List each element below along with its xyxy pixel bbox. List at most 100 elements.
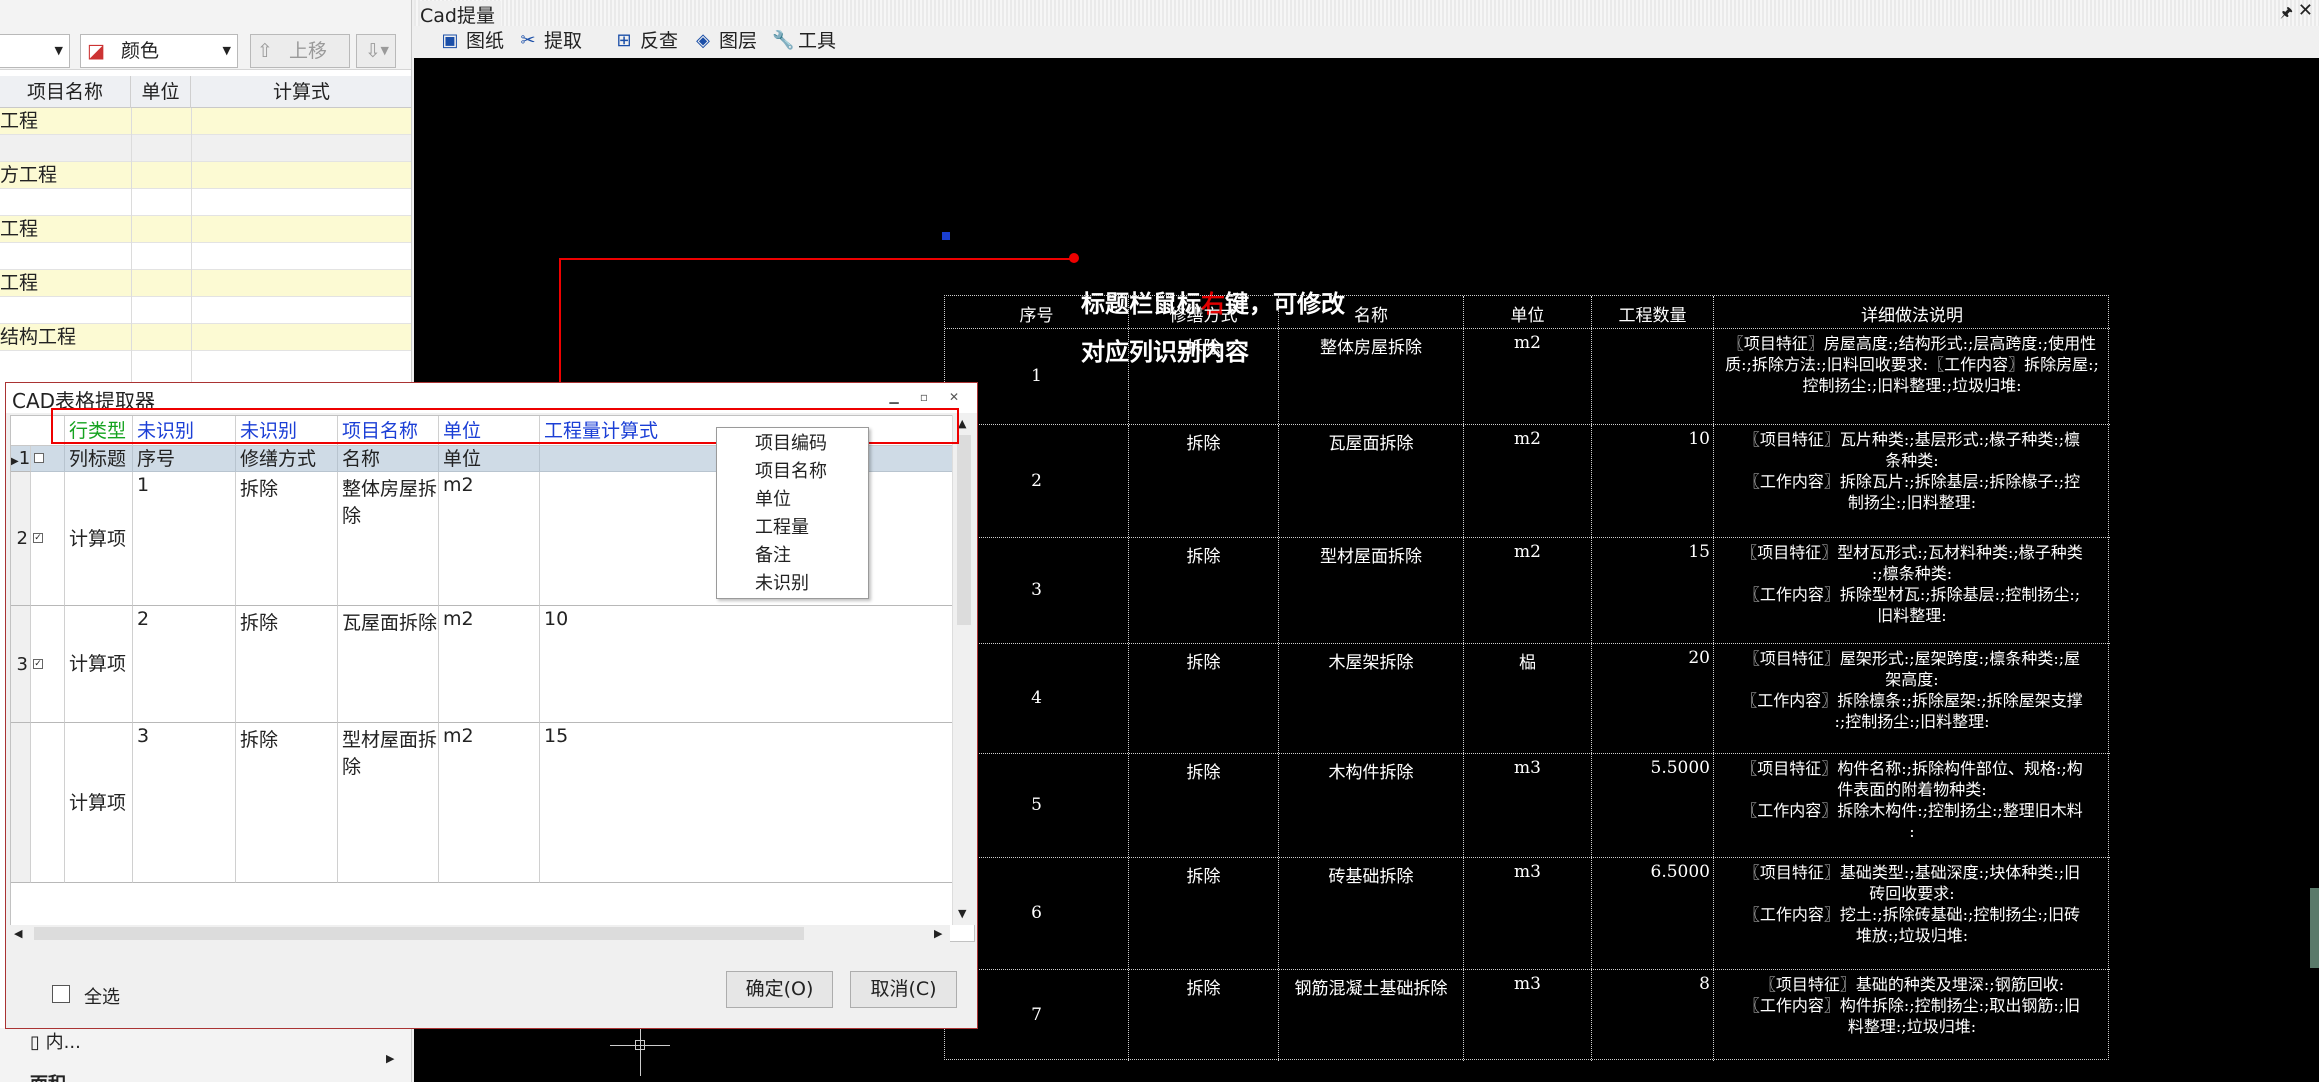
table-row[interactable]: 拆除工程 (0, 108, 411, 135)
grid-cell[interactable]: m2 (439, 606, 540, 723)
cad-table-cell: 单位 (1464, 296, 1592, 328)
cad-toolbar: ▣ 图纸 ✂ 提取 ⊞ 反查 ◈ 图层 🔧 工具 (414, 26, 2319, 56)
select-all-label: 全选 (84, 987, 120, 1008)
cad-table-cell: 〖项目特征〗基础类型:;基础深度:;块体种类:;旧 砖回收要求: 〖工作内容〗挖土:… (1743, 863, 2081, 945)
grid-cell[interactable]: 1 (133, 472, 236, 606)
grid-cell[interactable]: 计算项 (65, 606, 133, 723)
scroll-right-icon[interactable]: ▶ (934, 927, 942, 940)
chevron-down-icon: ▼ (222, 44, 231, 57)
ok-button[interactable]: 确定(O) (726, 971, 833, 1008)
restore-icon[interactable]: ▫ (916, 389, 932, 405)
grid-cell[interactable]: 2 (133, 606, 236, 723)
canvas-scroll-handle[interactable] (2310, 888, 2319, 968)
grid-cell[interactable]: 序号 (133, 446, 236, 472)
row-checkbox-cell[interactable]: ✓ (31, 606, 65, 723)
toolbar-reverse-lookup-button[interactable]: ⊞ 反查 (610, 28, 678, 54)
cad-table-cell: m2 (1464, 538, 1592, 643)
scroll-left-icon[interactable]: ◀ (14, 927, 22, 940)
scroll-thumb[interactable] (34, 927, 804, 940)
close-icon[interactable]: ✕ (2298, 0, 2313, 21)
row-checkbox-cell[interactable] (31, 723, 65, 883)
color-dropdown[interactable]: ◪ 颜色 ▼ (80, 34, 238, 68)
layers-icon: ◈ (696, 30, 710, 51)
menu-item[interactable]: 项目编码 (717, 430, 868, 458)
horizontal-scrollbar[interactable]: ◀ ▶ (10, 925, 950, 942)
grip-marker[interactable] (942, 232, 950, 240)
reverse-lookup-icon: ⊞ (616, 30, 632, 51)
toolbar-extract-button[interactable]: ✂ 提取 (514, 28, 582, 54)
pin-icon[interactable]: 🖈 (2280, 2, 2293, 26)
menu-item[interactable]: 工程量 (717, 514, 868, 542)
grid-cell[interactable]: 拆除 (236, 723, 338, 883)
row-checkbox[interactable]: ✓ (33, 658, 43, 669)
grid-cell[interactable]: m2 (439, 723, 540, 883)
leader-dot (1069, 253, 1079, 263)
table-row[interactable]: 混凝土结构工程 (0, 324, 411, 351)
table-row[interactable]: 砌筑工程 (0, 216, 411, 243)
chevron-down-icon: ▼ (54, 44, 63, 57)
cad-table-cell: 修缮方式 (1129, 296, 1279, 328)
grid-cell[interactable]: 计算项 (65, 472, 133, 606)
cad-table-cell: 瓦屋面拆除 (1279, 425, 1464, 537)
cad-table[interactable]: 序号 修缮方式 名称 单位 工程数量 详细做法说明 1 拆除 整体房屋拆除 m2 〖项目特征〗房屋高… (944, 295, 2110, 1061)
grid-cell[interactable]: m2 (439, 472, 540, 606)
menu-item[interactable]: 备注 (717, 542, 868, 570)
table-row[interactable] (0, 243, 411, 270)
table-row[interactable] (0, 297, 411, 324)
grid-cell[interactable]: 单位 (439, 446, 540, 472)
cad-table-cell: 序号 (945, 296, 1129, 328)
cad-title-bar: Cad提量 🖈 ✕ (414, 0, 2319, 28)
cad-table-cell: m3 (1464, 970, 1592, 1061)
grid-cell[interactable]: 瓦屋面拆除 (338, 606, 439, 723)
table-row[interactable] (0, 135, 411, 162)
cad-table-cell: 〖项目特征〗屋架形式:;屋架跨度:;檩条种类:;屋 架高度: 〖工作内容〗拆除檩条:… (1741, 649, 2083, 731)
column-type-context-menu: 项目编码 项目名称 单位 工程量 备注 未识别 (716, 427, 869, 599)
menu-item[interactable]: 未识别 (717, 570, 868, 598)
drawing-icon: ▣ (441, 30, 459, 51)
scroll-right-icon[interactable]: ▶ (386, 1052, 394, 1065)
scroll-thumb[interactable] (957, 435, 971, 625)
row-checkbox-cell[interactable] (31, 446, 65, 472)
scroll-up-icon[interactable]: ▲ (958, 417, 966, 430)
toolbar-tools-button[interactable]: 🔧 工具 (768, 28, 836, 54)
row-checkbox[interactable]: ✓ (33, 533, 43, 543)
grid-cell[interactable]: 3 (133, 723, 236, 883)
crosshair-box (635, 1040, 645, 1050)
chevron-down-icon: ▼ (380, 44, 389, 57)
grid-cell[interactable]: 型材屋面拆除 (338, 723, 439, 883)
arrow-down-icon: ⇩ (365, 40, 381, 62)
grid-cell[interactable]: 拆除 (236, 606, 338, 723)
grid-cell[interactable]: 15 (540, 723, 953, 883)
grid-cell[interactable]: 拆除 (236, 472, 338, 606)
toolbar-layers-button[interactable]: ◈ 图层 (689, 28, 757, 54)
vertical-scrollbar[interactable]: ▲ ▼ (952, 415, 975, 925)
type-dropdown[interactable]: ▼ (0, 34, 70, 68)
grid-cell[interactable]: 10 (540, 606, 953, 723)
table-row[interactable]: 土石方工程 (0, 162, 411, 189)
row-checkbox-cell[interactable]: ✓ (31, 472, 65, 606)
table-row[interactable]: 金属工程 (0, 270, 411, 297)
toolbar-drawing-button[interactable]: ▣ 图纸 (436, 28, 504, 54)
select-all-checkbox[interactable] (52, 985, 70, 1003)
menu-item[interactable]: 项目名称 (717, 458, 868, 486)
cad-table-cell: 6.5000 (1592, 858, 1714, 969)
minimize-icon[interactable]: ▁ (886, 389, 902, 405)
grid-cell[interactable]: 整体房屋拆除 (338, 472, 439, 606)
cad-table-cell: 5.5000 (1592, 754, 1714, 857)
tree-item[interactable]: ▯ 内... (30, 1028, 81, 1054)
move-down-button[interactable]: ⇩ ▼ (356, 34, 396, 68)
grid-cell[interactable]: 名称 (338, 446, 439, 472)
leader-line (559, 258, 1075, 260)
cancel-button[interactable]: 取消(C) (850, 971, 957, 1008)
grid-cell[interactable]: 修缮方式 (236, 446, 338, 472)
grid-cell[interactable]: 列标题 (65, 446, 133, 472)
grid-cell[interactable]: 计算项 (65, 723, 133, 883)
scroll-down-icon[interactable]: ▼ (958, 907, 966, 920)
close-icon[interactable]: ✕ (946, 389, 962, 405)
menu-item[interactable]: 单位 (717, 486, 868, 514)
row-checkbox[interactable] (34, 453, 44, 463)
move-up-button[interactable]: ⇧ 上移 (250, 34, 350, 68)
table-row[interactable] (0, 189, 411, 216)
palette-icon: ◪ (87, 40, 105, 62)
cad-table-cell: 拆除 (1129, 644, 1279, 753)
